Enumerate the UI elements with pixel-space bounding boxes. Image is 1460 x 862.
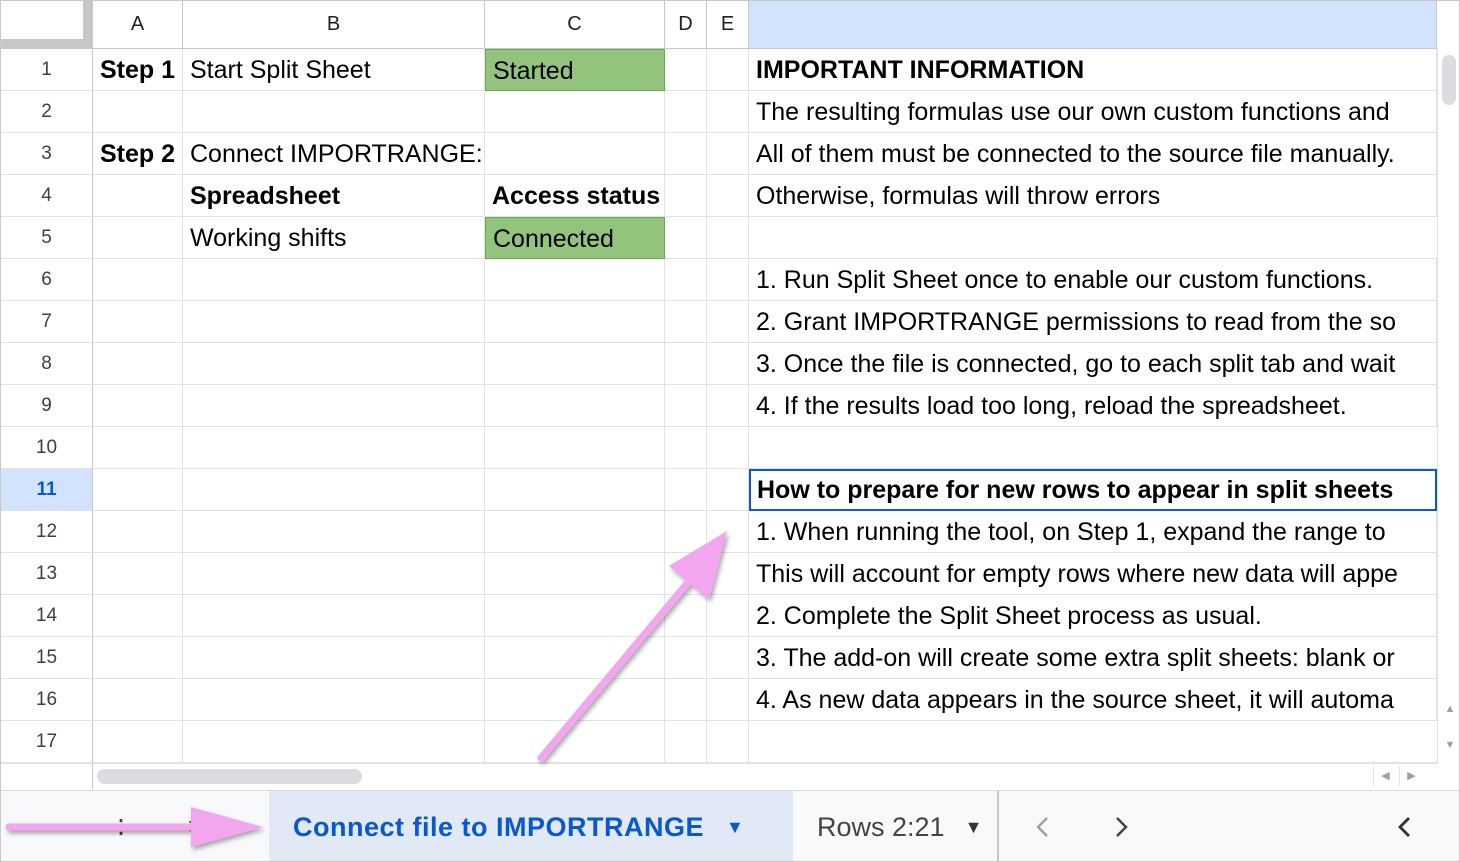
row-header-8[interactable]: 8 — [1, 343, 93, 385]
cell-f3[interactable]: All of them must be connected to the sou… — [749, 133, 1437, 175]
cell-b4[interactable]: Spreadsheet — [183, 175, 485, 217]
cell-f2[interactable]: The resulting formulas use our own custo… — [749, 91, 1437, 133]
select-all-corner[interactable] — [1, 1, 93, 49]
cell-f6[interactable]: 1. Run Split Sheet once to enable our cu… — [749, 259, 1437, 301]
sheet-tab-label: Connect file to IMPORTRANGE — [293, 811, 704, 842]
cell-f7[interactable]: 2. Grant IMPORTRANGE permissions to read… — [749, 301, 1437, 343]
cell-f14[interactable]: 2. Complete the Split Sheet process as u… — [749, 595, 1437, 637]
cell-c5-status[interactable]: Connected — [485, 217, 665, 259]
cell-f11-selected[interactable]: How to prepare for new rows to appear in… — [749, 469, 1437, 511]
row-header-9[interactable]: 9 — [1, 385, 93, 427]
row-header-10[interactable]: 10 — [1, 427, 93, 469]
column-header-b[interactable]: B — [183, 1, 485, 49]
row-header-3[interactable]: 3 — [1, 133, 93, 175]
vertical-scroll-thumb[interactable] — [1442, 55, 1456, 105]
cell-f13[interactable]: This will account for empty rows where n… — [749, 553, 1437, 595]
row-header-1[interactable]: 1 — [1, 49, 93, 91]
column-header-c[interactable]: C — [485, 1, 665, 49]
cell-f4[interactable]: Otherwise, formulas will throw errors — [749, 175, 1437, 217]
cell-b1[interactable]: Start Split Sheet — [183, 49, 485, 91]
row-header-5[interactable]: 5 — [1, 217, 93, 259]
scroll-right-icon[interactable]: ▶ — [1399, 766, 1423, 786]
cell-f16[interactable]: 4. As new data appears in the source she… — [749, 679, 1437, 721]
column-header-f[interactable] — [749, 1, 1437, 49]
horizontal-scroll-thumb[interactable] — [97, 769, 362, 784]
row-header-2[interactable]: 2 — [1, 91, 93, 133]
cell-b5[interactable]: Working shifts — [183, 217, 485, 259]
cell-f12[interactable]: 1. When running the tool, on Step 1, exp… — [749, 511, 1437, 553]
row-header-15[interactable]: 15 — [1, 637, 93, 679]
row-header-12[interactable]: 12 — [1, 511, 93, 553]
dropdown-caret-icon[interactable]: ▼ — [965, 817, 983, 838]
cell-c4[interactable]: Access status — [485, 175, 707, 217]
column-header-a[interactable]: A — [93, 1, 183, 49]
scroll-down-icon[interactable]: ▼ — [1442, 735, 1458, 755]
row-header-11[interactable]: 11 — [1, 469, 93, 511]
all-sheets-menu-button[interactable]: ≡ — [177, 809, 213, 845]
cell-f1[interactable]: IMPORTANT INFORMATION — [749, 49, 1437, 91]
horizontal-scrollbar[interactable]: ◀ ▶ — [93, 763, 1437, 789]
row-header-4[interactable]: 4 — [1, 175, 93, 217]
cell-f9[interactable]: 4. If the results load too long, reload … — [749, 385, 1437, 427]
row-header-17[interactable]: 17 — [1, 721, 93, 763]
chevron-right-icon[interactable] — [1105, 807, 1137, 847]
column-header-e[interactable]: E — [707, 1, 749, 49]
row-header-13[interactable]: 13 — [1, 553, 93, 595]
row-header-6[interactable]: 6 — [1, 259, 93, 301]
sheet-tab-bar: ⁝ ≡ Connect file to IMPORTRANGE ▼ Rows 2… — [1, 790, 1459, 861]
row-header-14[interactable]: 14 — [1, 595, 93, 637]
row-header-7[interactable]: 7 — [1, 301, 93, 343]
cell-a3[interactable]: Step 2 — [93, 133, 183, 175]
spreadsheet-window: A B C D E 1 2 3 4 5 6 7 8 9 10 11 12 13 … — [0, 0, 1460, 862]
scroll-left-icon[interactable]: ◀ — [1373, 766, 1397, 786]
sheet-tab-label: Rows 2:21 — [817, 811, 945, 842]
scroll-up-icon[interactable]: ▲ — [1442, 699, 1458, 719]
dropdown-caret-icon[interactable]: ▼ — [726, 817, 744, 838]
sheet-tab-active[interactable]: Connect file to IMPORTRANGE ▼ — [269, 791, 793, 861]
cell-c1-status[interactable]: Started — [485, 49, 665, 91]
sheet-tab-second[interactable]: Rows 2:21 ▼ — [793, 791, 999, 861]
cell-f8[interactable]: 3. Once the file is connected, go to eac… — [749, 343, 1437, 385]
cell-b3[interactable]: Connect IMPORTRANGE: — [183, 133, 665, 175]
cell-f15[interactable]: 3. The add-on will create some extra spl… — [749, 637, 1437, 679]
vertical-scrollbar[interactable]: ▲ ▼ — [1437, 49, 1459, 763]
row-header-16[interactable]: 16 — [1, 679, 93, 721]
column-header-d[interactable]: D — [665, 1, 707, 49]
chevron-left-icon[interactable] — [1027, 807, 1059, 847]
collapse-sidebar-chevron-icon[interactable] — [1389, 807, 1421, 847]
add-sheet-button[interactable]: ⁝ — [101, 809, 141, 845]
cell-a1[interactable]: Step 1 — [93, 49, 183, 91]
